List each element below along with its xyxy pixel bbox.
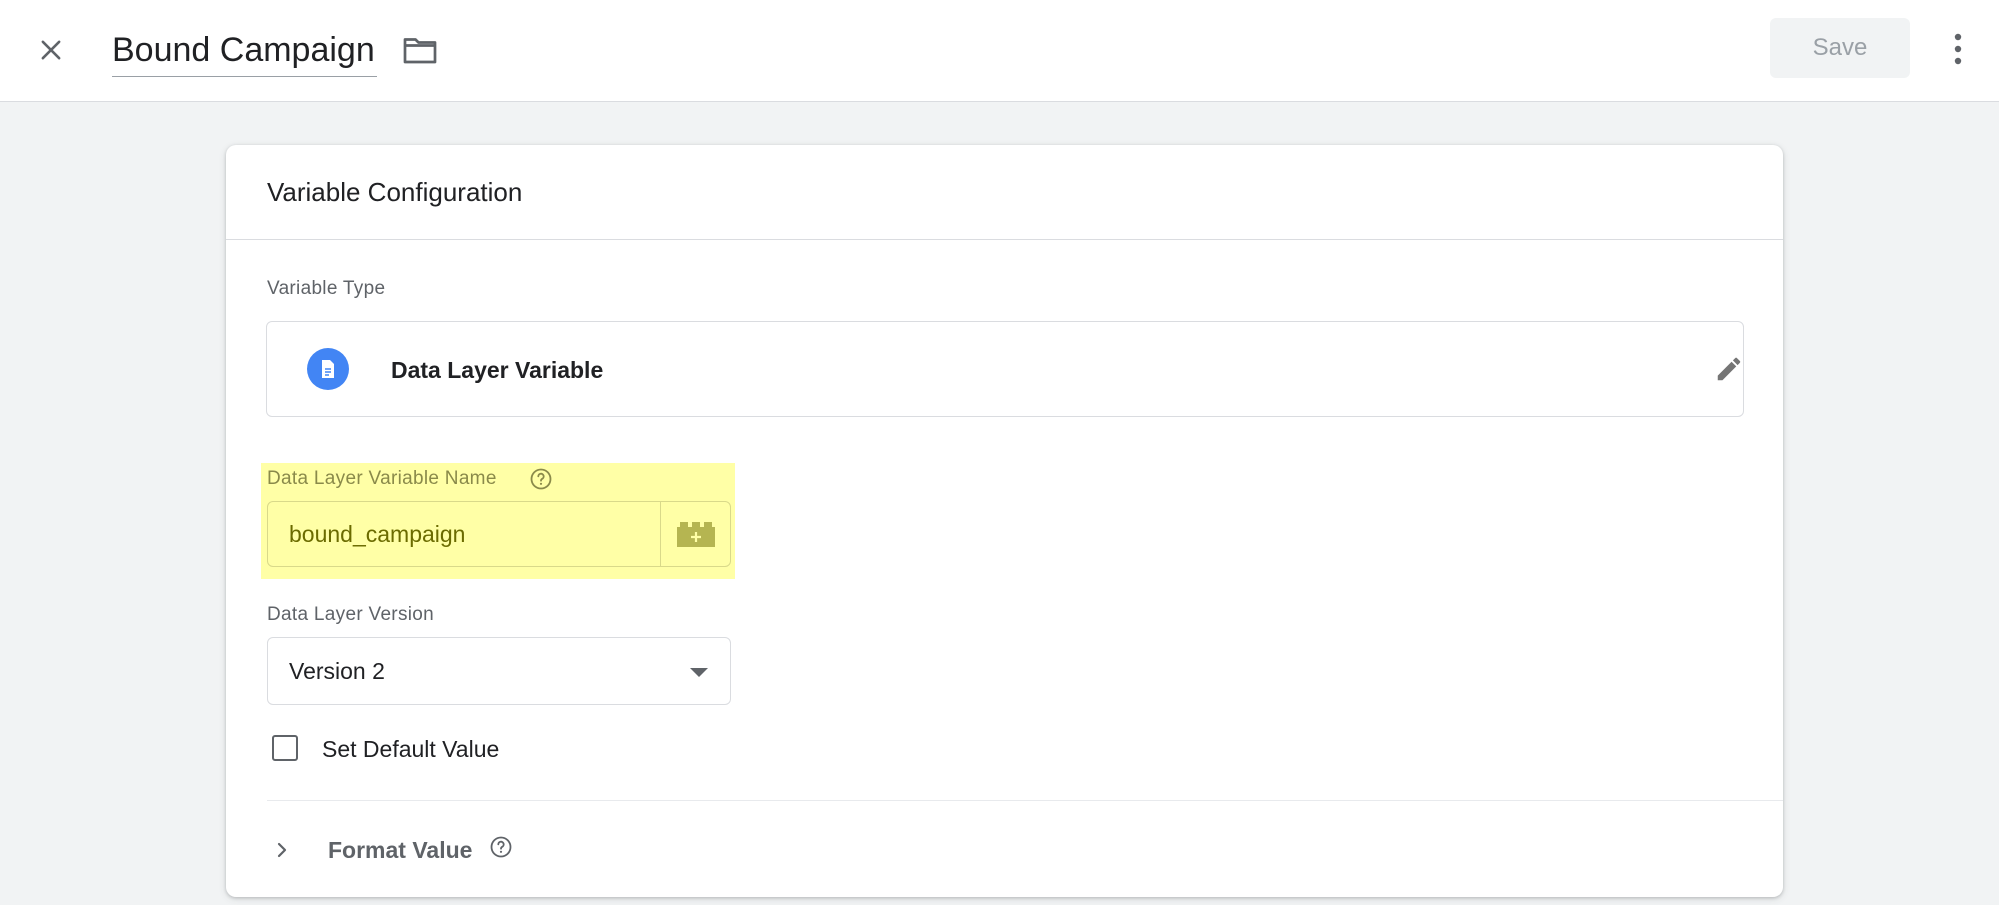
card-divider <box>226 239 1783 240</box>
card-title: Variable Configuration <box>267 177 523 207</box>
variable-configuration-card: Variable Configuration Variable Type Dat… <box>226 145 1783 897</box>
document-icon <box>307 348 349 390</box>
version-select-value: Version 2 <box>289 658 385 684</box>
format-value-toggle[interactable]: Format Value <box>270 825 570 875</box>
version-select[interactable]: Version 2 <box>267 637 731 705</box>
variable-type-selector[interactable]: Data Layer Variable <box>266 321 1744 417</box>
variable-name-label: Data Layer Variable Name <box>267 468 497 489</box>
variable-type-label: Variable Type <box>267 278 386 299</box>
format-help-icon[interactable] <box>713 838 737 862</box>
pencil-icon[interactable] <box>1713 353 1745 385</box>
chevron-right-icon <box>270 835 294 865</box>
more-options-button[interactable] <box>1940 24 1976 74</box>
format-value-label: Format Value <box>328 837 473 863</box>
page-title[interactable]: Bound Campaign <box>112 28 377 77</box>
insert-variable-button[interactable] <box>660 502 731 566</box>
variable-type-name: Data Layer Variable <box>391 357 604 383</box>
variable-name-field <box>267 501 731 567</box>
help-icon[interactable] <box>529 467 553 491</box>
default-value-label[interactable]: Set Default Value <box>322 734 499 764</box>
default-value-checkbox[interactable] <box>272 735 298 761</box>
dropdown-arrow-icon <box>690 668 708 677</box>
close-button[interactable] <box>26 25 76 75</box>
folder-icon <box>403 38 437 64</box>
more-vert-icon <box>1954 33 1962 65</box>
top-app-bar: Bound Campaign Save <box>0 0 1999 102</box>
close-icon <box>41 40 61 60</box>
variable-name-input[interactable] <box>268 502 660 566</box>
version-label: Data Layer Version <box>267 604 434 625</box>
save-button[interactable]: Save <box>1770 18 1910 78</box>
section-divider <box>267 800 1783 801</box>
lego-brick-icon <box>677 522 715 547</box>
folder-button[interactable] <box>398 28 442 72</box>
format-value-help-icon[interactable] <box>489 835 513 859</box>
